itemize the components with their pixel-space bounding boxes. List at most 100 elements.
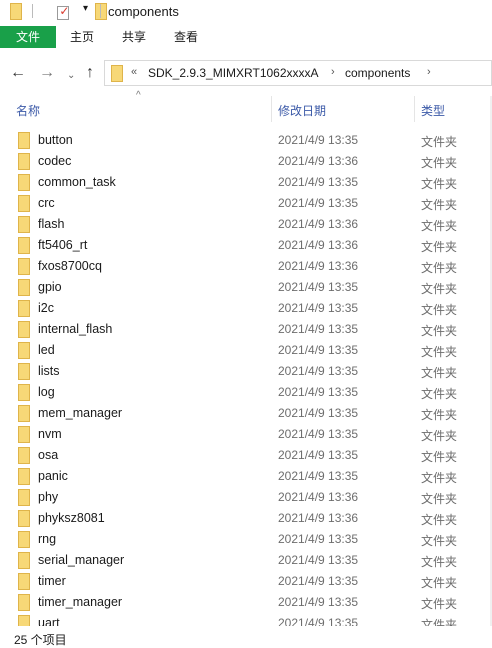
file-date: 2021/4/9 13:35 (278, 427, 359, 441)
list-item[interactable]: gpio 2021/4/9 13:35 文件夹 (0, 276, 492, 297)
file-type: 文件夹 (421, 261, 458, 275)
list-item[interactable]: log 2021/4/9 13:35 文件夹 (0, 381, 492, 402)
folder-icon (18, 384, 30, 401)
file-name[interactable]: gpio (38, 280, 62, 294)
navigation-bar: ← → ⌄ ↑ « SDK_2.9.3_MIMXRT1062xxxxA › co… (0, 50, 492, 96)
list-item[interactable]: serial_manager 2021/4/9 13:35 文件夹 (0, 549, 492, 570)
file-date: 2021/4/9 13:35 (278, 385, 359, 399)
file-name[interactable]: serial_manager (38, 553, 124, 567)
list-item[interactable]: nvm 2021/4/9 13:35 文件夹 (0, 423, 492, 444)
file-date: 2021/4/9 13:35 (278, 532, 359, 546)
list-item[interactable]: phyksz8081 2021/4/9 13:36 文件夹 (0, 507, 492, 528)
column-divider[interactable] (271, 96, 272, 122)
list-item[interactable]: codec 2021/4/9 13:36 文件夹 (0, 150, 492, 171)
properties-check-icon[interactable] (57, 4, 69, 20)
file-name[interactable]: i2c (38, 301, 54, 315)
file-date: 2021/4/9 13:35 (278, 469, 359, 483)
file-type: 文件夹 (421, 513, 458, 527)
folder-icon (18, 573, 30, 590)
file-type: 文件夹 (421, 219, 458, 233)
forward-arrow-icon[interactable]: → (39, 64, 55, 82)
folder-icon (18, 552, 30, 569)
list-item[interactable]: timer_manager 2021/4/9 13:35 文件夹 (0, 591, 492, 612)
file-date: 2021/4/9 13:35 (278, 448, 359, 462)
chevron-right-icon[interactable]: › (331, 66, 335, 78)
customize-quick-access-icon[interactable]: ▾ (83, 3, 88, 14)
list-item[interactable]: button 2021/4/9 13:35 文件夹 (0, 129, 492, 150)
file-type: 文件夹 (421, 366, 458, 380)
tab-home[interactable]: 主页 (58, 26, 106, 48)
list-item[interactable]: ft5406_rt 2021/4/9 13:36 文件夹 (0, 234, 492, 255)
tab-file[interactable]: 文件 (0, 26, 56, 48)
list-item[interactable]: flash 2021/4/9 13:36 文件夹 (0, 213, 492, 234)
file-date: 2021/4/9 13:35 (278, 343, 359, 357)
file-name[interactable]: panic (38, 469, 68, 483)
file-date: 2021/4/9 13:35 (278, 280, 359, 294)
file-type: 文件夹 (421, 429, 458, 443)
column-name[interactable]: 名称 (16, 102, 40, 119)
tab-view[interactable]: 查看 (162, 26, 210, 48)
file-name[interactable]: phy (38, 490, 58, 504)
file-name[interactable]: flash (38, 217, 64, 231)
file-name[interactable]: osa (38, 448, 58, 462)
list-item[interactable]: timer 2021/4/9 13:35 文件夹 (0, 570, 492, 591)
list-item[interactable]: internal_flash 2021/4/9 13:35 文件夹 (0, 318, 492, 339)
list-item[interactable]: common_task 2021/4/9 13:35 文件夹 (0, 171, 492, 192)
list-item[interactable]: osa 2021/4/9 13:35 文件夹 (0, 444, 492, 465)
file-name[interactable]: led (38, 343, 55, 357)
file-name[interactable]: nvm (38, 427, 62, 441)
file-name[interactable]: fxos8700cq (38, 259, 102, 273)
file-name[interactable]: common_task (38, 175, 116, 189)
file-type: 文件夹 (421, 156, 458, 170)
list-item[interactable]: phy 2021/4/9 13:36 文件夹 (0, 486, 492, 507)
chevron-right-icon[interactable]: › (427, 66, 431, 78)
folder-icon (18, 342, 30, 359)
list-item[interactable]: mem_manager 2021/4/9 13:35 文件夹 (0, 402, 492, 423)
status-bar: 25 个项目 (0, 626, 492, 647)
file-name[interactable]: mem_manager (38, 406, 122, 420)
folder-icon (18, 216, 30, 233)
list-item[interactable]: panic 2021/4/9 13:35 文件夹 (0, 465, 492, 486)
column-type[interactable]: 类型 (421, 102, 445, 119)
list-item[interactable]: led 2021/4/9 13:35 文件夹 (0, 339, 492, 360)
column-header: ^ 名称 修改日期 类型 (0, 90, 492, 122)
file-name[interactable]: log (38, 385, 55, 399)
folder-icon (18, 279, 30, 296)
file-type: 文件夹 (421, 534, 458, 548)
tab-share[interactable]: 共享 (110, 26, 158, 48)
file-name[interactable]: lists (38, 364, 60, 378)
list-item[interactable]: rng 2021/4/9 13:35 文件夹 (0, 528, 492, 549)
address-bar[interactable]: « SDK_2.9.3_MIMXRT1062xxxxA › components… (104, 60, 492, 86)
folder-icon (18, 321, 30, 338)
list-item[interactable]: crc 2021/4/9 13:35 文件夹 (0, 192, 492, 213)
breadcrumb-components[interactable]: components (345, 66, 410, 80)
folder-icon (18, 237, 30, 254)
list-item[interactable]: lists 2021/4/9 13:35 文件夹 (0, 360, 492, 381)
up-arrow-icon[interactable]: ↑ (86, 64, 94, 82)
column-date[interactable]: 修改日期 (278, 102, 326, 119)
breadcrumb-sdk[interactable]: SDK_2.9.3_MIMXRT1062xxxxA (148, 66, 319, 80)
file-date: 2021/4/9 13:36 (278, 259, 359, 273)
column-divider[interactable] (414, 96, 415, 122)
file-type: 文件夹 (421, 597, 458, 611)
list-item[interactable]: i2c 2021/4/9 13:35 文件夹 (0, 297, 492, 318)
folder-icon (18, 153, 30, 170)
file-name[interactable]: ft5406_rt (38, 238, 87, 252)
overflow-chevron-icon[interactable]: « (131, 66, 137, 78)
divider (100, 4, 101, 18)
file-name[interactable]: internal_flash (38, 322, 112, 336)
back-arrow-icon[interactable]: ← (10, 64, 26, 82)
file-type: 文件夹 (421, 135, 458, 149)
file-name[interactable]: timer (38, 574, 66, 588)
file-name[interactable]: crc (38, 196, 55, 210)
file-type: 文件夹 (421, 408, 458, 422)
file-name[interactable]: phyksz8081 (38, 511, 105, 525)
file-date: 2021/4/9 13:36 (278, 238, 359, 252)
file-name[interactable]: codec (38, 154, 71, 168)
folder-icon[interactable] (10, 3, 22, 20)
list-item[interactable]: fxos8700cq 2021/4/9 13:36 文件夹 (0, 255, 492, 276)
file-name[interactable]: button (38, 133, 73, 147)
file-name[interactable]: rng (38, 532, 56, 546)
file-name[interactable]: timer_manager (38, 595, 122, 609)
chevron-down-icon[interactable]: ⌄ (67, 70, 75, 81)
